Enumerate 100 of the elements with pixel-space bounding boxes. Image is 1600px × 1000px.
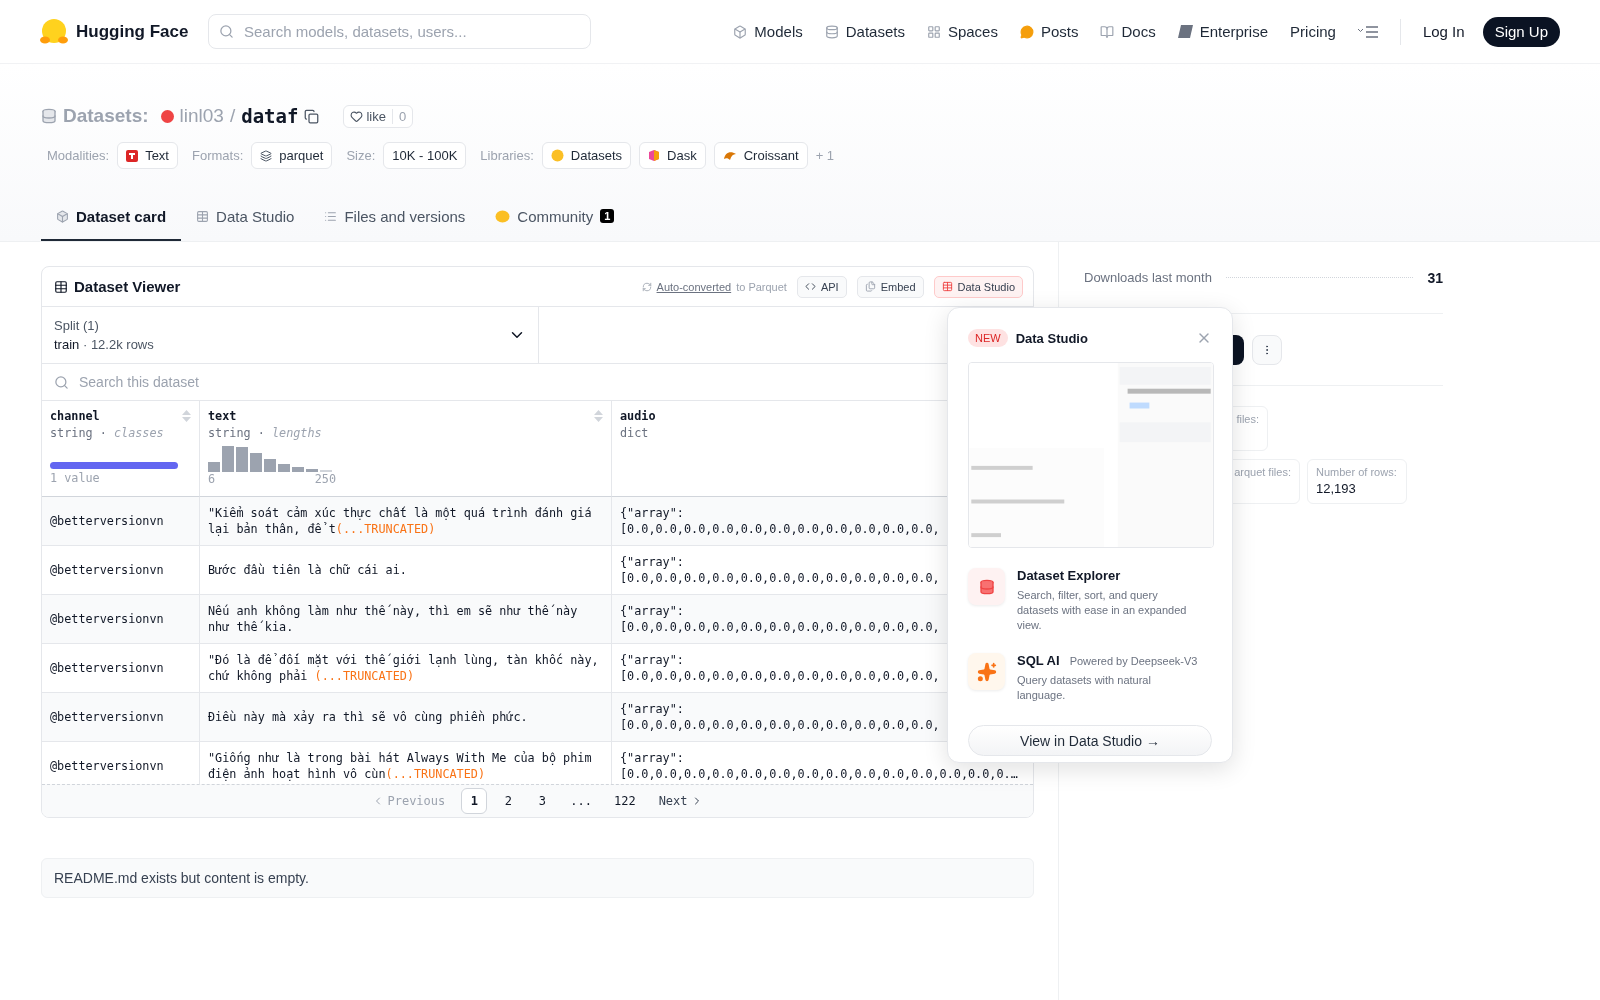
feature-note: Powered by Deepseek-V3 — [1069, 655, 1198, 667]
class-count: 1 value — [50, 471, 101, 485]
avatar-icon — [160, 109, 174, 123]
new-badge: NEW — [968, 329, 1008, 347]
table-cell: Điều này mà xảy ra thì sẽ vô cùng phiền phức. — [200, 693, 612, 741]
feature-description: Search, filter, sort, and query datasets with ease in an expanded view. — [1017, 588, 1188, 633]
tag-chip[interactable]: Datasets — [541, 142, 632, 169]
table-cell: {"array": [0.0,0.0,0.0,0.0,0.0,0.0,0.0,0.0,0.0,0.0,0.0, — [620, 652, 940, 684]
table-icon — [54, 279, 68, 294]
code-icon — [804, 281, 816, 292]
table-cell: @betterversionvn — [42, 595, 200, 643]
signup-button[interactable]: Sign Up — [1482, 16, 1560, 47]
database-icon — [824, 24, 839, 39]
axis-max: 250 — [314, 472, 336, 486]
viewer-button[interactable]: API — [796, 275, 847, 298]
login-link[interactable]: Log In — [1422, 23, 1465, 40]
table-cell: @betterversionvn — [42, 497, 200, 545]
column-name: audio — [620, 409, 656, 423]
table-cell: {"array": [0.0,0.0,0.0,0.0,0.0,0.0,0.0,0.0,0.0,0.0,0.0, — [620, 554, 940, 586]
table-cell: @betterversionvn — [42, 693, 200, 741]
nav-link[interactable]: Posts — [1019, 23, 1079, 40]
speech-bubble-icon — [1019, 24, 1034, 39]
viewer-button[interactable]: Data Studio — [933, 275, 1023, 298]
tag-chip[interactable]: 10K - 100K — [383, 142, 467, 169]
tag-group-label: Libraries: — [480, 148, 534, 163]
table-cell: "Kiểm soát cảm xúc thực chất là một quá trình đánh giá lại bản thân, để t(...TRUNCATED) — [200, 497, 612, 545]
dataset-name: dataf — [241, 105, 299, 127]
table-cell: Bước đầu tiên là chữ cái ai. — [200, 546, 612, 594]
tag-chip[interactable]: Text — [117, 142, 178, 169]
view-in-studio-button[interactable]: View in Data Studio → — [968, 725, 1212, 756]
list-icon — [324, 209, 338, 223]
page-link[interactable]: 1 — [461, 788, 488, 814]
table-cell: "Đó là để đối mặt với thế giới lạnh lùng, tàn khốc này, chứ không phải (...TRUNCATED) — [200, 644, 612, 692]
files-icon — [864, 281, 876, 292]
copy-icon[interactable] — [304, 108, 320, 124]
tag-chip[interactable]: Dask — [639, 142, 706, 169]
feature-title: Dataset Explorer — [1017, 568, 1121, 583]
axis-min: 6 — [208, 472, 216, 486]
menu-icon[interactable] — [1357, 25, 1378, 38]
nav-link[interactable]: Spaces — [926, 23, 998, 40]
like-button[interactable]: like 0 — [343, 104, 414, 128]
sort-icon[interactable] — [594, 410, 603, 422]
popover-title: Data Studio — [1015, 330, 1089, 346]
cube-icon — [733, 24, 748, 39]
search-input[interactable]: Search models, datasets, users... — [242, 22, 580, 41]
table-cell: @betterversionvn — [42, 546, 200, 594]
viewer-button[interactable]: Embed — [856, 275, 924, 298]
table-cell: Nếu anh không làm như thế này, thì em sẽ như thế này như thế kia. — [200, 595, 612, 643]
column-type: string · classes — [50, 426, 165, 440]
page-link[interactable]: 3 — [529, 788, 556, 814]
nav-link[interactable]: Enterprise — [1177, 23, 1269, 40]
tab[interactable]: Dataset card — [41, 193, 182, 241]
brand-name[interactable]: Hugging Face — [76, 21, 189, 42]
page-link[interactable]: ... — [563, 788, 599, 814]
feature-title: SQL AI — [1017, 653, 1060, 668]
refresh-icon — [641, 281, 652, 292]
count-badge: 1 — [600, 209, 615, 223]
page-link[interactable]: 122 — [606, 788, 643, 814]
nav-link[interactable]: Docs — [1100, 23, 1156, 40]
converted-link[interactable]: Auto-converted — [656, 280, 732, 293]
next-link[interactable]: Next — [650, 794, 711, 808]
dataset-search-field[interactable]: Search this dataset — [42, 364, 1033, 401]
grid-icon — [926, 24, 941, 39]
column-name: channel — [50, 409, 100, 423]
feature-description: Query datasets with natural language. — [1017, 673, 1152, 703]
table-icon — [941, 281, 953, 292]
nav-link[interactable]: Models — [733, 23, 803, 40]
path-separator: / — [229, 105, 236, 127]
tab[interactable]: Data Studio — [181, 193, 310, 241]
stat-label: Number of rows: — [1316, 466, 1398, 478]
cube-icon — [56, 209, 69, 223]
table-cell: {"array": [0.0,0.0,0.0,0.0,0.0,0.0,0.0,0.0,0.0,0.0,0.0, — [620, 505, 940, 537]
layers-icon — [260, 149, 273, 162]
converted-note: to Parquet — [736, 280, 787, 293]
table-cell: {"array": [0.0,0.0,0.0,0.0,0.0,0.0,0.0,0.0,0.0,0.0,0.0, — [620, 603, 940, 635]
search-field[interactable]: Search models, datasets, users... — [208, 14, 591, 49]
downloads-label: Downloads last month — [1084, 270, 1212, 285]
search-icon — [54, 374, 69, 390]
tag-group-label: Formats: — [192, 148, 244, 163]
column-name: text — [208, 409, 237, 423]
tab[interactable]: Files and versions — [309, 193, 481, 241]
tab[interactable]: Community 1 — [480, 193, 630, 241]
sort-icon[interactable] — [182, 410, 191, 422]
table-icon — [196, 209, 210, 223]
viewer-title: Dataset Viewer — [74, 278, 181, 295]
stat-value: 12,193 — [1316, 481, 1357, 496]
nav-link[interactable]: Pricing — [1290, 23, 1336, 40]
database-icon — [978, 578, 995, 595]
nav-link[interactable]: Datasets — [824, 23, 905, 40]
downloads-count: 31 — [1427, 269, 1443, 286]
tag-chip[interactable]: Croissant — [713, 142, 808, 169]
sparkles-icon — [976, 661, 997, 682]
tag-chip[interactable]: parquet — [251, 142, 333, 169]
table-cell: @betterversionvn — [42, 644, 200, 692]
book-icon — [1100, 24, 1115, 39]
cube-icon — [648, 149, 661, 162]
page-link[interactable]: 2 — [495, 788, 522, 814]
heart-icon — [350, 109, 364, 123]
table-cell: {"array": [0.0,0.0,0.0,0.0,0.0,0.0,0.0,0.0,0.0,0.0,0.0, — [620, 701, 940, 733]
tag-group-label: Modalities: — [47, 148, 110, 163]
